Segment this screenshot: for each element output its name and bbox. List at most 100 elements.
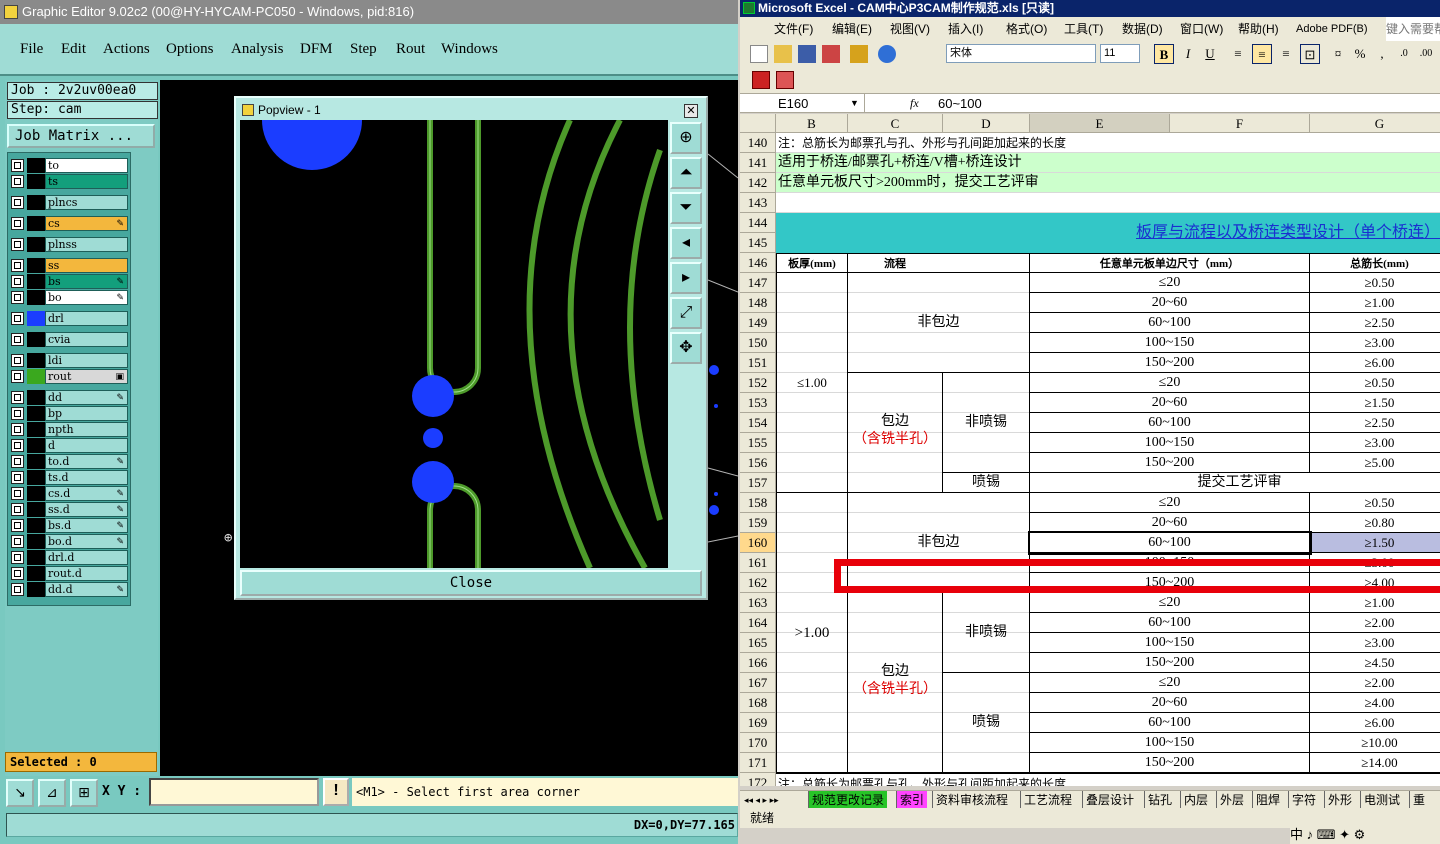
row-header[interactable]: 161 (740, 553, 776, 573)
thickness-le-1[interactable]: ≤1.00 (776, 273, 848, 493)
layer-checkbox[interactable] (11, 471, 24, 484)
total-cell-160[interactable]: ≥1.50 (1310, 533, 1440, 553)
layer-name[interactable]: bs ✎ (45, 274, 128, 289)
layer-checkbox[interactable] (11, 455, 24, 468)
layer-checkbox[interactable] (11, 159, 24, 172)
row-header[interactable]: 150 (740, 333, 776, 353)
row-header[interactable]: 142 (740, 173, 776, 193)
menu-windows[interactable]: Windows (441, 41, 498, 58)
column-header-d[interactable]: D (943, 114, 1030, 133)
column-header-f[interactable]: F (1170, 114, 1310, 133)
pan-down-button[interactable]: ⏷ (670, 192, 702, 224)
zoom-fit-button[interactable]: ⤢ (670, 297, 702, 329)
layer-checkbox[interactable] (11, 196, 24, 209)
align-center-icon[interactable]: ≡ (1252, 44, 1272, 64)
layer-checkbox[interactable] (11, 259, 24, 272)
row-header[interactable]: 162 (740, 573, 776, 593)
layer-checkbox[interactable] (11, 238, 24, 251)
save-icon[interactable] (798, 45, 816, 63)
layer-checkbox[interactable] (11, 535, 24, 548)
layer-checkbox[interactable] (11, 391, 24, 404)
row-header[interactable]: 152 (740, 373, 776, 393)
menu-options[interactable]: Options (166, 41, 214, 58)
row-header[interactable]: 165 (740, 633, 776, 653)
pan-right-button[interactable]: ▸ (670, 262, 702, 294)
size-cell-149[interactable]: 60~100 (1030, 313, 1310, 333)
ime-toolbar[interactable]: 中 ♪ ⌨ ✦ ⚙ (1290, 826, 1440, 844)
xy-input[interactable] (149, 778, 319, 806)
total-cell-170[interactable]: ≥10.00 (1310, 733, 1440, 753)
size-cell-156[interactable]: 150~200 (1030, 453, 1310, 473)
row-header[interactable]: 145 (740, 233, 776, 253)
layer-checkbox[interactable] (11, 583, 24, 596)
xl-menu-insert[interactable]: 插入(I) (948, 17, 983, 41)
align-right-icon[interactable]: ≡ (1276, 44, 1296, 64)
sheet-tab[interactable]: 叠层设计 (1082, 791, 1138, 808)
sheet-tab[interactable]: 阻焊 (1252, 791, 1284, 808)
layer-name[interactable]: plnss (45, 237, 128, 252)
italic-button[interactable]: I (1178, 44, 1198, 64)
row-header[interactable]: 156 (740, 453, 776, 473)
sheet-tab[interactable]: 规范更改记录 (808, 791, 888, 808)
layer-checkbox[interactable] (11, 333, 24, 346)
measure-tool-button[interactable]: ⊿ (38, 779, 66, 807)
size-cell-155[interactable]: 100~150 (1030, 433, 1310, 453)
layer-name[interactable]: to.d ✎ (45, 454, 128, 469)
font-select[interactable]: 宋体 (946, 44, 1096, 63)
total-cell-166[interactable]: ≥4.50 (1310, 653, 1440, 673)
size-cell-166[interactable]: 150~200 (1030, 653, 1310, 673)
pdf-email-icon[interactable] (776, 71, 794, 89)
layer-checkbox[interactable] (11, 275, 24, 288)
xl-menu-edit[interactable]: 编辑(E) (832, 17, 872, 41)
review-cell[interactable]: 提交工艺评审 (1030, 473, 1440, 493)
row-header[interactable]: 153 (740, 393, 776, 413)
total-cell-153[interactable]: ≥1.50 (1310, 393, 1440, 413)
total-cell-147[interactable]: ≥0.50 (1310, 273, 1440, 293)
fx-icon[interactable]: fx (910, 94, 919, 113)
layer-name[interactable]: ldi (45, 353, 128, 368)
green-row-142[interactable]: 任意单元板尺寸>200mm时，提交工艺评审 (776, 173, 1440, 193)
size-cell-152[interactable]: ≤20 (1030, 373, 1310, 393)
percent-icon[interactable]: % (1350, 44, 1370, 64)
zoom-home-button[interactable]: ✥ (670, 332, 702, 364)
layer-name[interactable]: dd.d ✎ (45, 582, 128, 597)
layer-name[interactable]: rout.d (45, 566, 128, 581)
header-flow[interactable]: 流程 (848, 253, 1030, 273)
formula-content[interactable]: 60~100 (938, 94, 982, 113)
layer-checkbox[interactable] (11, 175, 24, 188)
row-header[interactable]: 154 (740, 413, 776, 433)
layer-checkbox[interactable] (11, 407, 24, 420)
column-header-b[interactable]: B (776, 114, 848, 133)
row-header[interactable]: 169 (740, 713, 776, 733)
sheet-tab[interactable]: 重 (1409, 791, 1429, 808)
sheet-tab[interactable]: 索引 (896, 791, 928, 808)
flow-non-spray-2[interactable]: 非喷锡 (943, 593, 1030, 673)
total-cell-165[interactable]: ≥3.00 (1310, 633, 1440, 653)
note-row-140[interactable]: 注：总筋长为邮票孔与孔、外形与孔间距加起来的长度 (776, 133, 1440, 153)
layer-name[interactable]: ts.d (45, 470, 128, 485)
menu-step[interactable]: Step (350, 41, 377, 58)
row-header[interactable]: 157 (740, 473, 776, 493)
xl-menu-help[interactable]: 帮助(H) (1238, 17, 1279, 41)
layer-checkbox[interactable] (11, 354, 24, 367)
xl-menu-window[interactable]: 窗口(W) (1180, 17, 1223, 41)
layer-name[interactable]: drl (45, 311, 128, 326)
layer-checkbox[interactable] (11, 487, 24, 500)
row-header[interactable]: 172 (740, 773, 776, 786)
font-size-select[interactable]: 11 (1100, 44, 1140, 63)
header-thickness[interactable]: 板厚(mm) (776, 253, 848, 273)
size-cell-160[interactable]: 60~100 (1028, 531, 1312, 555)
increase-decimal-icon[interactable]: .0 (1394, 44, 1414, 64)
sheet-tab[interactable]: 字符 (1288, 791, 1320, 808)
row-header[interactable]: 168 (740, 693, 776, 713)
layer-checkbox[interactable] (11, 551, 24, 564)
spreadsheet-grid[interactable]: B C D E F G 140 141 142 143 144 145 146 147 148 149 150 1… (740, 114, 1440, 786)
decrease-decimal-icon[interactable]: .00 (1416, 44, 1436, 64)
xl-menu-data[interactable]: 数据(D) (1122, 17, 1163, 41)
layer-name[interactable]: ts (45, 174, 128, 189)
row-header[interactable]: 149 (740, 313, 776, 333)
total-cell-163[interactable]: ≥1.00 (1310, 593, 1440, 613)
flow-non-spray-1[interactable]: 非喷锡 (943, 373, 1030, 473)
select-all-corner[interactable] (740, 114, 776, 133)
column-header-g[interactable]: G (1310, 114, 1440, 133)
